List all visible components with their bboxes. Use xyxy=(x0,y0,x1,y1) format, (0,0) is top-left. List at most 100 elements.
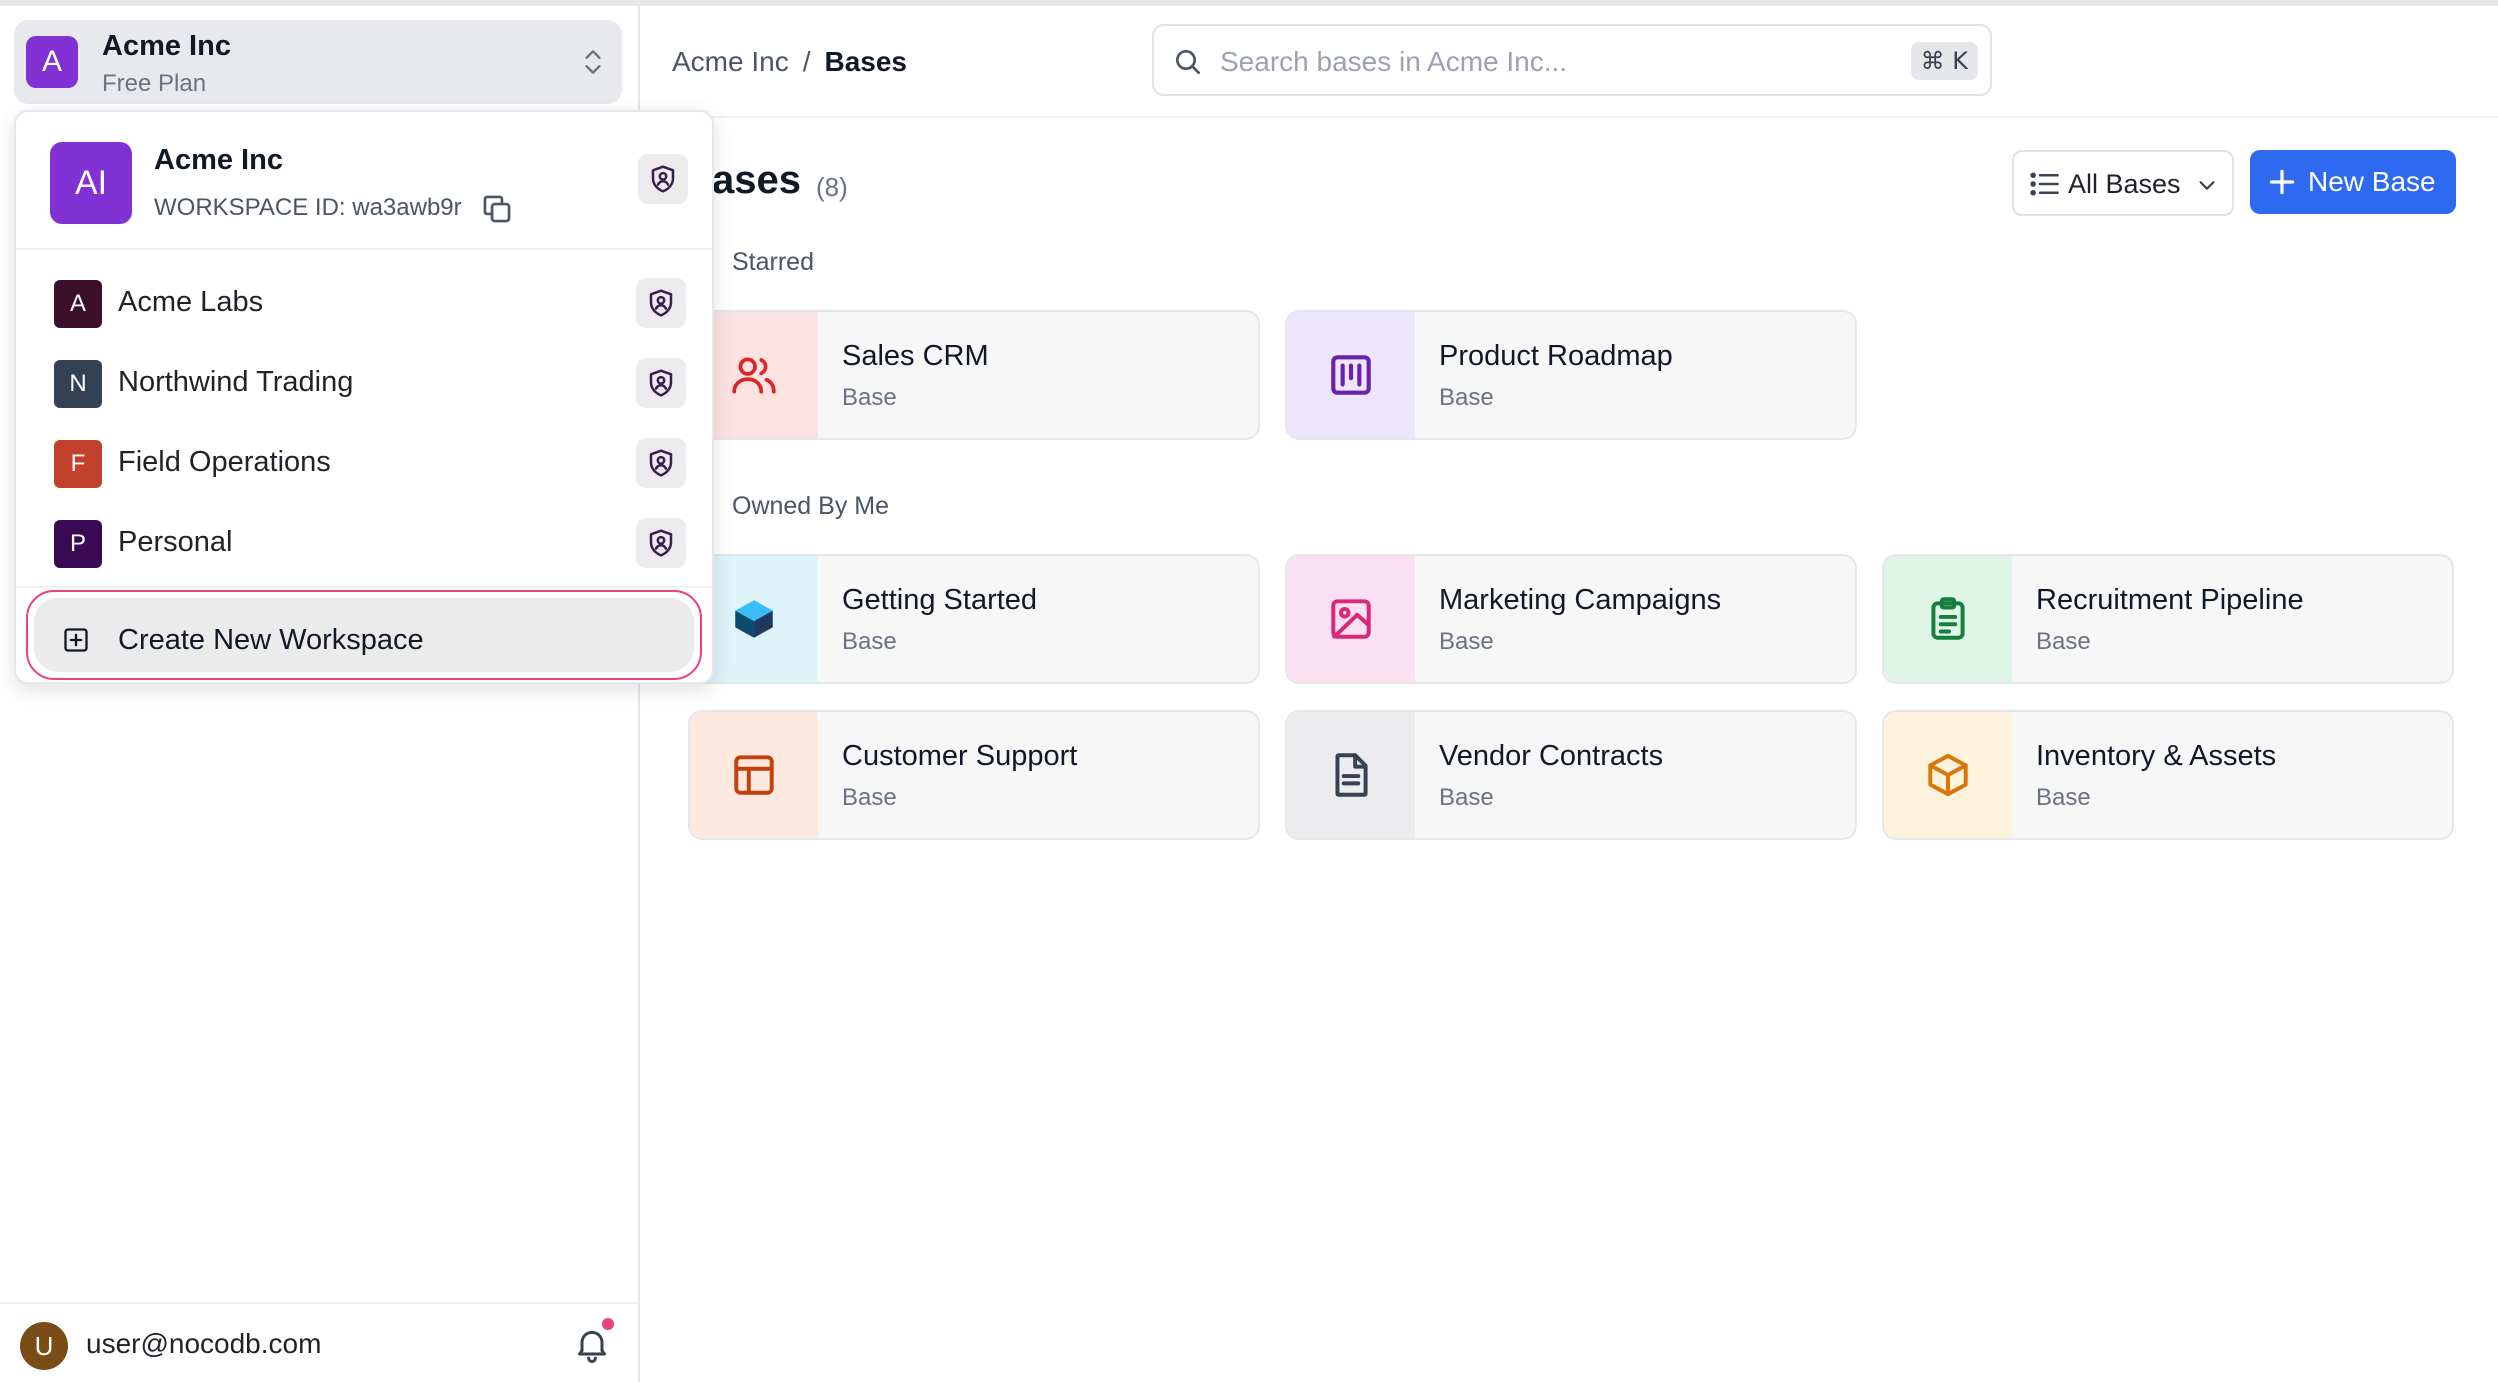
workspace-avatar: P xyxy=(54,520,102,568)
avatar[interactable]: U xyxy=(20,1322,68,1370)
workspace-id: WORKSPACE ID: wa3awb9r xyxy=(154,194,462,221)
base-name: Marketing Campaigns xyxy=(1439,584,1722,616)
workspace-item-label: Personal xyxy=(118,526,233,558)
current-workspace-avatar: AI xyxy=(50,142,132,224)
workspace-item-northwind-trading[interactable]: N Northwind Trading xyxy=(16,340,712,420)
base-name: Recruitment Pipeline xyxy=(2036,584,2304,616)
workspace-settings-button[interactable] xyxy=(636,358,686,408)
chevron-up-down-icon xyxy=(585,50,601,74)
workspace-item-label: Acme Labs xyxy=(118,286,264,318)
image-icon xyxy=(1331,599,1371,639)
all-bases-filter-button[interactable]: All Bases xyxy=(2012,150,2234,216)
starred-section-label: Starred xyxy=(732,248,814,276)
base-icon-box xyxy=(1884,712,2012,838)
workspace-avatar: A xyxy=(54,280,102,328)
breadcrumb-root[interactable]: Acme Inc xyxy=(672,46,789,78)
workspace-avatar: F xyxy=(54,440,102,488)
breadcrumb-separator: / xyxy=(802,46,811,77)
layout-icon xyxy=(734,755,774,795)
cube-layers-icon xyxy=(735,600,773,638)
workspace-switcher[interactable]: A Acme Inc Free Plan xyxy=(14,20,622,104)
workspace-item-personal[interactable]: P Personal xyxy=(16,500,712,580)
base-icon-box xyxy=(1287,712,1415,838)
notification-dot xyxy=(602,1318,614,1330)
plus-icon xyxy=(2269,169,2295,195)
workspace-settings-button[interactable] xyxy=(636,518,686,568)
breadcrumb-current: Bases xyxy=(824,46,907,77)
chevron-down-icon xyxy=(2199,181,2215,190)
bell-icon[interactable] xyxy=(572,1324,612,1364)
workspace-name: Acme Inc xyxy=(102,30,231,62)
base-card-vendor-contracts[interactable]: Vendor Contracts Base xyxy=(1285,710,1857,840)
base-card-customer-support[interactable]: Customer Support Base xyxy=(688,710,1260,840)
base-type: Base xyxy=(842,384,897,411)
base-card-inventory-assets[interactable]: Inventory & Assets Base xyxy=(1882,710,2454,840)
workspace-settings-button[interactable] xyxy=(636,278,686,328)
list-icon xyxy=(2030,172,2059,196)
workspace-item-label: Field Operations xyxy=(118,446,331,478)
base-card-product-roadmap[interactable]: Product Roadmap Base xyxy=(1285,310,1857,440)
box-icon xyxy=(1928,753,1968,797)
base-card-getting-started[interactable]: Getting Started Base xyxy=(688,554,1260,684)
shield-user-icon xyxy=(649,289,673,317)
plus-square-icon xyxy=(64,628,88,652)
search-shortcut-badge: ⌘ K xyxy=(1910,42,1978,80)
base-type: Base xyxy=(2036,628,2091,655)
search-placeholder: Search bases in Acme Inc... xyxy=(1220,46,1568,77)
create-workspace-label: Create New Workspace xyxy=(118,624,424,656)
workspace-dropdown: AI Acme Inc WORKSPACE ID: wa3awb9r A Acm… xyxy=(14,110,714,684)
workspace-item-acme-labs[interactable]: A Acme Labs xyxy=(16,260,712,340)
clipboard-icon xyxy=(1931,597,1965,640)
base-name: Inventory & Assets xyxy=(2036,740,2277,772)
workspace-avatar: A xyxy=(26,36,78,88)
bases-count: (8) xyxy=(816,172,848,202)
base-type: Base xyxy=(1439,628,1494,655)
base-name: Vendor Contracts xyxy=(1439,740,1664,772)
base-name: Sales CRM xyxy=(842,340,989,372)
shield-user-icon xyxy=(651,165,675,193)
base-type: Base xyxy=(2036,784,2091,811)
current-workspace-name: Acme Inc xyxy=(154,144,283,176)
base-icon-box xyxy=(690,712,818,838)
document-icon xyxy=(1335,753,1368,797)
base-name: Customer Support xyxy=(842,740,1078,772)
page-title: ases xyxy=(712,158,801,202)
workspace-plan: Free Plan xyxy=(102,70,207,97)
workspace-item-label: Northwind Trading xyxy=(118,366,354,398)
base-icon-box xyxy=(1884,556,2012,682)
create-button-surface: Create New Workspace xyxy=(34,598,694,672)
base-card-sales-crm[interactable]: Sales CRM Base xyxy=(688,310,1260,440)
base-card-recruitment-pipeline[interactable]: Recruitment Pipeline Base xyxy=(1882,554,2454,684)
workspace-avatar: N xyxy=(54,360,102,408)
kanban-icon xyxy=(1331,355,1371,395)
shield-user-icon xyxy=(649,449,673,477)
create-new-workspace-button[interactable]: Create New Workspace xyxy=(26,590,702,680)
user-bar: U user@nocodb.com xyxy=(0,1302,638,1382)
current-workspace-header: AI Acme Inc WORKSPACE ID: wa3awb9r xyxy=(16,112,712,250)
base-card-marketing-campaigns[interactable]: Marketing Campaigns Base xyxy=(1285,554,1857,684)
copy-icon[interactable] xyxy=(480,192,514,226)
new-base-button[interactable]: New Base xyxy=(2250,150,2456,214)
workspace-settings-button[interactable] xyxy=(638,154,688,204)
workspace-settings-button[interactable] xyxy=(636,438,686,488)
user-email[interactable]: user@nocodb.com xyxy=(86,1328,321,1360)
top-header: Acme Inc / Bases Search bases in Acme In… xyxy=(642,6,2498,118)
base-type: Base xyxy=(842,628,897,655)
shield-user-icon xyxy=(649,529,673,557)
base-type: Base xyxy=(1439,784,1494,811)
base-type: Base xyxy=(1439,384,1494,411)
search-icon xyxy=(1176,50,1200,74)
new-base-label: New Base xyxy=(2308,166,2436,197)
base-icon-box xyxy=(1287,556,1415,682)
base-type: Base xyxy=(842,784,897,811)
base-name: Getting Started xyxy=(842,584,1038,616)
breadcrumb: Acme Inc / Bases xyxy=(672,46,907,78)
users-icon xyxy=(732,357,776,394)
base-name: Product Roadmap xyxy=(1439,340,1673,372)
dropdown-divider xyxy=(16,586,712,588)
base-icon-box xyxy=(1287,312,1415,438)
workspace-item-field-operations[interactable]: F Field Operations xyxy=(16,420,712,500)
owned-section-label: Owned By Me xyxy=(732,492,890,520)
filter-label: All Bases xyxy=(2068,169,2181,199)
search-input[interactable]: Search bases in Acme Inc... ⌘ K xyxy=(1152,24,1992,96)
